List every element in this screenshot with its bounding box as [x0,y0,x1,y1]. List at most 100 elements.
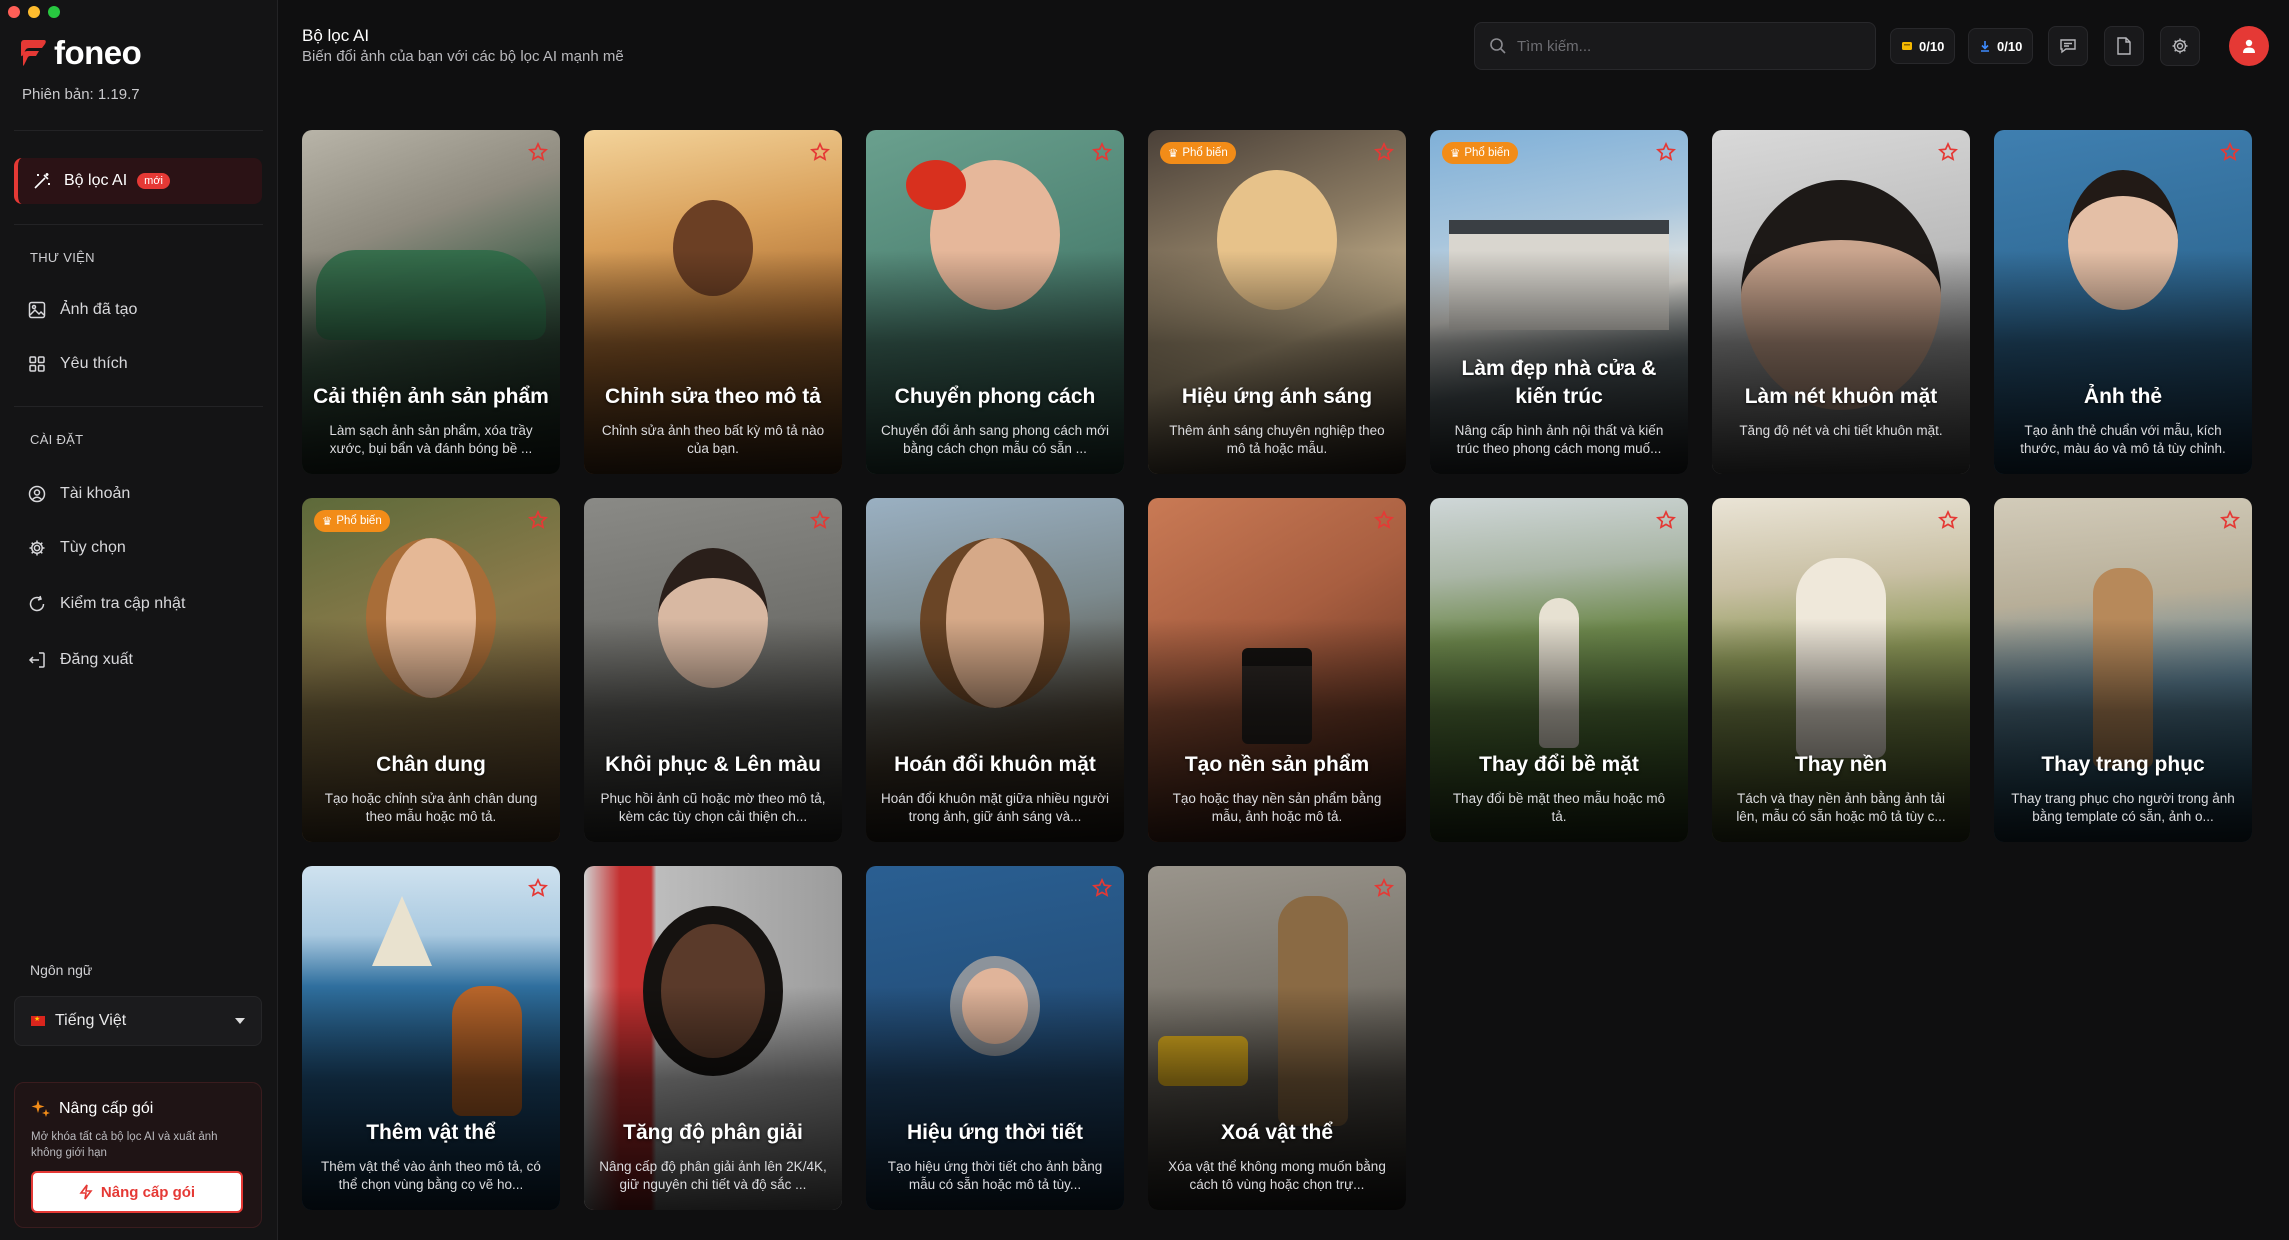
favorite-star-icon[interactable] [1374,142,1394,162]
card-title: Chuyển phong cách [894,384,1096,408]
settings-section-title: CÀI ĐẶT [30,432,84,447]
settings-button[interactable] [2160,26,2200,66]
favorite-star-icon[interactable] [1656,142,1676,162]
sidebar-item-label: Bộ lọc AI [64,172,128,189]
filter-card[interactable]: Thay đổi bề mặt Thay đổi bề mặt theo mẫu… [1430,498,1688,842]
favorite-star-icon[interactable] [2220,510,2240,530]
favorite-star-icon[interactable] [810,510,830,530]
user-circle-icon [28,485,46,503]
app-name: foneo [54,34,142,71]
card-description: Nâng cấp hình ảnh nội thất và kiến trúc … [1454,423,1664,457]
filter-card[interactable]: ♛ Phổ biến Làm đẹp nhà cửa & kiến trúc Nâ… [1430,130,1688,474]
favorite-star-icon[interactable] [1374,510,1394,530]
favorite-star-icon[interactable] [1656,510,1676,530]
filter-card[interactable]: Tạo nền sản phẩm Tạo hoặc thay nền sản p… [1148,498,1406,842]
filter-card[interactable]: ♛ Phổ biến Chân dung Tạo hoặc chỉnh sửa ả… [302,498,560,842]
filter-card[interactable]: Tăng độ phân giải Nâng cấp độ phân giải … [584,866,842,1210]
document-icon [2117,37,2131,55]
favorite-star-icon[interactable] [528,510,548,530]
card-title: Chân dung [376,752,486,776]
favorite-star-icon[interactable] [1374,878,1394,898]
card-title: Hoán đổi khuôn mặt [894,752,1096,776]
sidebar-item-check-update[interactable]: Kiểm tra cập nhật [28,584,258,624]
card-title: Cải thiện ảnh sản phẩm [313,384,549,408]
card-description: Tách và thay nền ảnh bằng ảnh tải lên, m… [1736,791,1946,825]
search-input[interactable] [1517,37,1837,55]
sidebar-item-generated-images[interactable]: Ảnh đã tạo [28,290,258,330]
upgrade-button[interactable]: Nâng cấp gói [31,1171,243,1214]
favorite-star-icon[interactable] [528,142,548,162]
filter-card[interactable]: Xoá vật thể Xóa vật thể không mong muốn … [1148,866,1406,1210]
card-title: Ảnh thẻ [2083,384,2163,408]
favorite-star-icon[interactable] [1092,878,1112,898]
filter-card[interactable]: Ảnh thẻ Tạo ảnh thẻ chuẩn với mẫu, kích … [1994,130,2252,474]
card-title: Thêm vật thể [366,1120,496,1144]
sidebar-item-account[interactable]: Tài khoản [28,474,258,514]
filter-card[interactable]: Hoán đổi khuôn mặt Hoán đổi khuôn mặt gi… [866,498,1124,842]
card-description: Tạo ảnh thẻ chuẩn với mẫu, kích thước, m… [2020,423,2226,457]
popular-label: Phổ biến [1182,147,1228,159]
sidebar-item-options[interactable]: Tùy chọn [28,528,258,568]
document-button[interactable] [2104,26,2144,66]
filter-card[interactable]: Chuyển phong cách Chuyển đổi ảnh sang ph… [866,130,1124,474]
new-badge: mới [137,173,170,189]
grid-icon [29,356,45,372]
favorite-star-icon[interactable] [810,142,830,162]
page-title: Bộ lọc AI [302,26,370,45]
card-title: Xoá vật thể [1220,1120,1334,1144]
popular-label: Phổ biến [1464,147,1510,159]
messages-button[interactable] [2048,26,2088,66]
card-title: Làm nét khuôn mặt [1744,384,1938,408]
card-title: Tăng độ phân giải [623,1120,803,1144]
search-icon [1490,38,1506,54]
magic-wand-icon [34,173,50,189]
language-select[interactable]: Tiếng Việt [14,996,262,1046]
foneo-logo-icon [21,40,46,66]
sidebar-item-logout[interactable]: Đăng xuất [28,640,258,680]
card-title: Thay nền [1794,752,1888,776]
brand-logo: foneo [20,34,142,72]
card-title: Thay đổi bề mặt [1479,752,1639,776]
close-window-button[interactable] [8,6,20,18]
sidebar-item-label: Ảnh đã tạo [60,301,138,318]
filter-card[interactable]: Cải thiện ảnh sản phẩm Làm sạch ảnh sản … [302,130,560,474]
chevron-down-icon [235,1018,245,1024]
user-avatar-button[interactable] [2229,26,2269,66]
favorite-star-icon[interactable] [528,878,548,898]
card-description: Thêm vật thể vào ảnh theo mô tả, có thể … [321,1159,541,1193]
filter-card[interactable]: Chỉnh sửa theo mô tả Chỉnh sửa ảnh theo … [584,130,842,474]
vietnam-flag-icon [31,1015,45,1026]
refresh-icon [29,595,45,612]
sidebar-item-ai-filters[interactable]: Bộ lọc AI mới [14,158,262,204]
divider [14,224,263,225]
zoom-window-button[interactable] [48,6,60,18]
filter-card[interactable]: Làm nét khuôn mặt Tăng độ nét và chi tiế… [1712,130,1970,474]
minimize-window-button[interactable] [28,6,40,18]
gear-icon [29,540,45,556]
page-subtitle: Biến đổi ảnh của bạn với các bộ lọc AI m… [302,48,624,65]
user-icon [2243,39,2255,53]
window-controls [8,6,60,18]
logout-icon [28,652,45,668]
filter-card[interactable]: Hiệu ứng thời tiết Tạo hiệu ứng thời tiế… [866,866,1124,1210]
search-bar [1474,22,1876,70]
upgrade-title: Nâng cấp gói [59,1100,154,1117]
card-description: Tạo hoặc chỉnh sửa ảnh chân dung theo mẫ… [324,791,538,825]
filter-card[interactable]: Khôi phục & Lên màu Phục hồi ảnh cũ hoặc… [584,498,842,842]
card-description: Tạo hiệu ứng thời tiết cho ảnh bằng mẫu … [887,1159,1103,1193]
favorite-star-icon[interactable] [2220,142,2240,162]
favorite-star-icon[interactable] [1092,142,1112,162]
sidebar-item-favorites[interactable]: Yêu thích [28,344,258,384]
lightning-icon [79,1184,93,1200]
coin-icon [1902,42,1912,50]
filter-card[interactable]: Thay trang phục Thay trang phục cho ngườ… [1994,498,2252,842]
image-icon [28,301,46,319]
card-title: Khôi phục & Lên màu [605,752,821,776]
filter-card[interactable]: ♛ Phổ biến Hiệu ứng ánh sáng Thêm ánh sán… [1148,130,1406,474]
card-title: Hiệu ứng ánh sáng [1181,384,1373,408]
favorite-star-icon[interactable] [1938,510,1958,530]
filter-card[interactable]: Thay nền Tách và thay nền ảnh bằng ảnh t… [1712,498,1970,842]
filter-card[interactable]: Thêm vật thể Thêm vật thể vào ảnh theo m… [302,866,560,1210]
card-description: Thay đổi bề mặt theo mẫu hoặc mô tả. [1452,791,1666,825]
favorite-star-icon[interactable] [1938,142,1958,162]
